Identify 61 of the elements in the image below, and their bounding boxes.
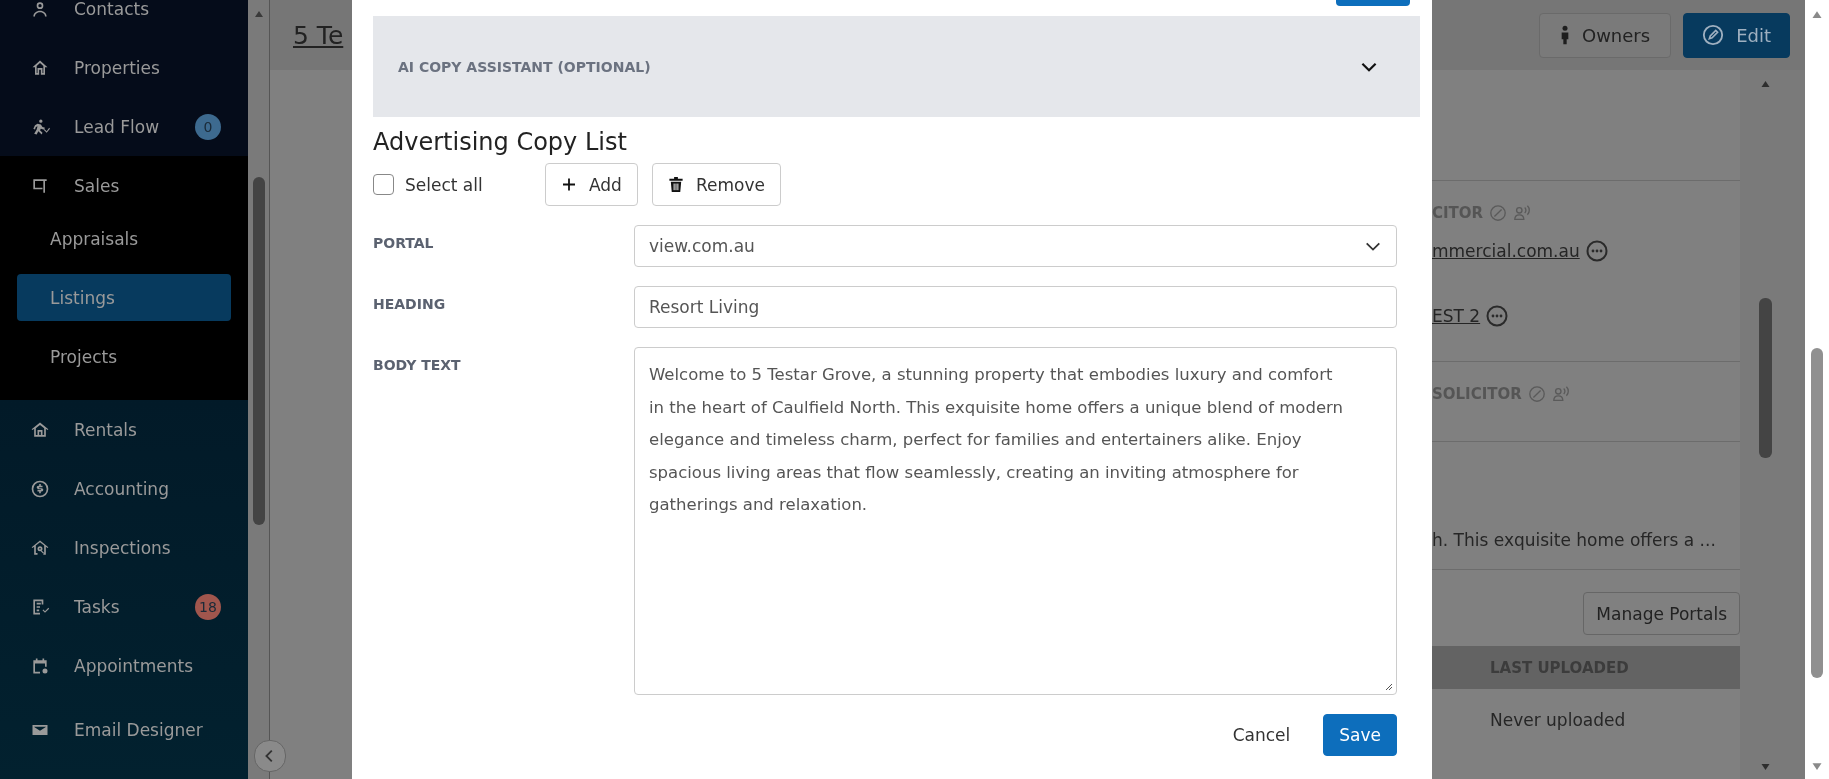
field-label: BODY TEXT [373, 356, 462, 375]
count-badge: 18 [195, 593, 221, 620]
scrollbar-thumb[interactable] [1811, 348, 1823, 678]
person-icon [1560, 25, 1570, 45]
sidebar-item[interactable]: Rentals [0, 400, 248, 459]
pencil-icon [1702, 24, 1725, 46]
sidebar-item[interactable]: Accounting [0, 459, 248, 518]
remove-button[interactable]: Remove [651, 163, 781, 206]
contact-link[interactable]: mmercial.com.au [1432, 241, 1580, 261]
contact-link[interactable]: EST 2 [1432, 306, 1481, 326]
scroll-up-icon[interactable] [1760, 80, 1771, 88]
edit-icon[interactable] [1527, 385, 1546, 403]
person-icon [30, 0, 50, 19]
plus-icon [561, 176, 577, 193]
checkbox[interactable] [373, 174, 394, 195]
button-edge[interactable] [1336, 0, 1410, 6]
sidebar-item[interactable]: Email Designer [0, 695, 248, 765]
scroll-up-icon[interactable] [254, 10, 264, 18]
more-icon[interactable] [1486, 305, 1509, 327]
section-title: Advertising Copy List [373, 127, 628, 157]
owners-button[interactable]: Owners [1539, 12, 1672, 58]
add-button[interactable]: Add [545, 163, 638, 206]
table-cell: Never uploaded [1490, 710, 1626, 730]
resize-handle-icon[interactable] [1383, 681, 1393, 691]
dollar-icon [30, 478, 50, 499]
field-label: PORTAL [373, 234, 435, 253]
edit-icon[interactable] [1489, 204, 1508, 222]
scroll-up-icon[interactable] [1811, 10, 1823, 19]
sidebar-subitem[interactable]: Listings [17, 274, 231, 321]
sidebar-item[interactable]: Sales [0, 156, 248, 215]
accordion-header[interactable]: AI COPY ASSISTANT (OPTIONAL) [373, 16, 1420, 117]
people-icon[interactable] [1513, 204, 1532, 222]
sidebar-item[interactable]: Contacts [0, 0, 248, 38]
body-text-area[interactable]: Welcome to 5 Testar Grove, a stunning property that embodies luxury and comfort in the heart of Caulfield North. This exquisite home offers a unique blend of modern elegance and timeless charm, perfect for families and entertainers alike. Enjoy spacious living areas that flow seamlessly, creating an inviting atmosphere for gatherings and relaxation. [634, 347, 1397, 695]
scroll-down-icon[interactable] [1760, 763, 1771, 771]
manage-portals-button[interactable]: Manage Portals [1583, 592, 1740, 635]
scrollbar[interactable] [248, 0, 270, 779]
edit-button[interactable]: Edit [1683, 12, 1790, 58]
sidebar-subitem[interactable]: Appraisals [17, 215, 231, 262]
more-icon[interactable] [1585, 240, 1608, 262]
scrollbar[interactable] [1740, 70, 1805, 779]
cancel-button[interactable]: Cancel [1217, 714, 1306, 756]
sidebar-item[interactable]: Inspections [0, 518, 248, 577]
scrollbar-thumb[interactable] [253, 177, 265, 525]
sidebar-item[interactable]: Tasks 18 [0, 577, 248, 636]
trash-icon [667, 176, 684, 193]
save-button[interactable]: Save [1323, 714, 1397, 756]
count-badge: 0 [195, 113, 221, 140]
sidebar-item[interactable]: Properties [0, 38, 248, 97]
sidebar-item[interactable]: Appointments [0, 636, 248, 695]
people-icon[interactable] [1551, 385, 1570, 403]
heading-input[interactable]: Resort Living [634, 286, 1397, 328]
checkbox-label[interactable]: Select all [405, 174, 483, 195]
sidebar-subitem[interactable]: Projects [17, 333, 231, 380]
copy-preview: h. This exquisite home offers a ... [1432, 530, 1717, 550]
field-label: HEADING [373, 295, 447, 314]
scroll-down-icon[interactable] [1811, 762, 1823, 771]
portal-select[interactable]: view.com.au [634, 225, 1397, 267]
sidebar-item[interactable]: Lead Flow 0 [0, 97, 248, 156]
scrollbar-thumb[interactable] [1759, 298, 1772, 458]
page-title[interactable]: 5 Te [293, 20, 344, 50]
